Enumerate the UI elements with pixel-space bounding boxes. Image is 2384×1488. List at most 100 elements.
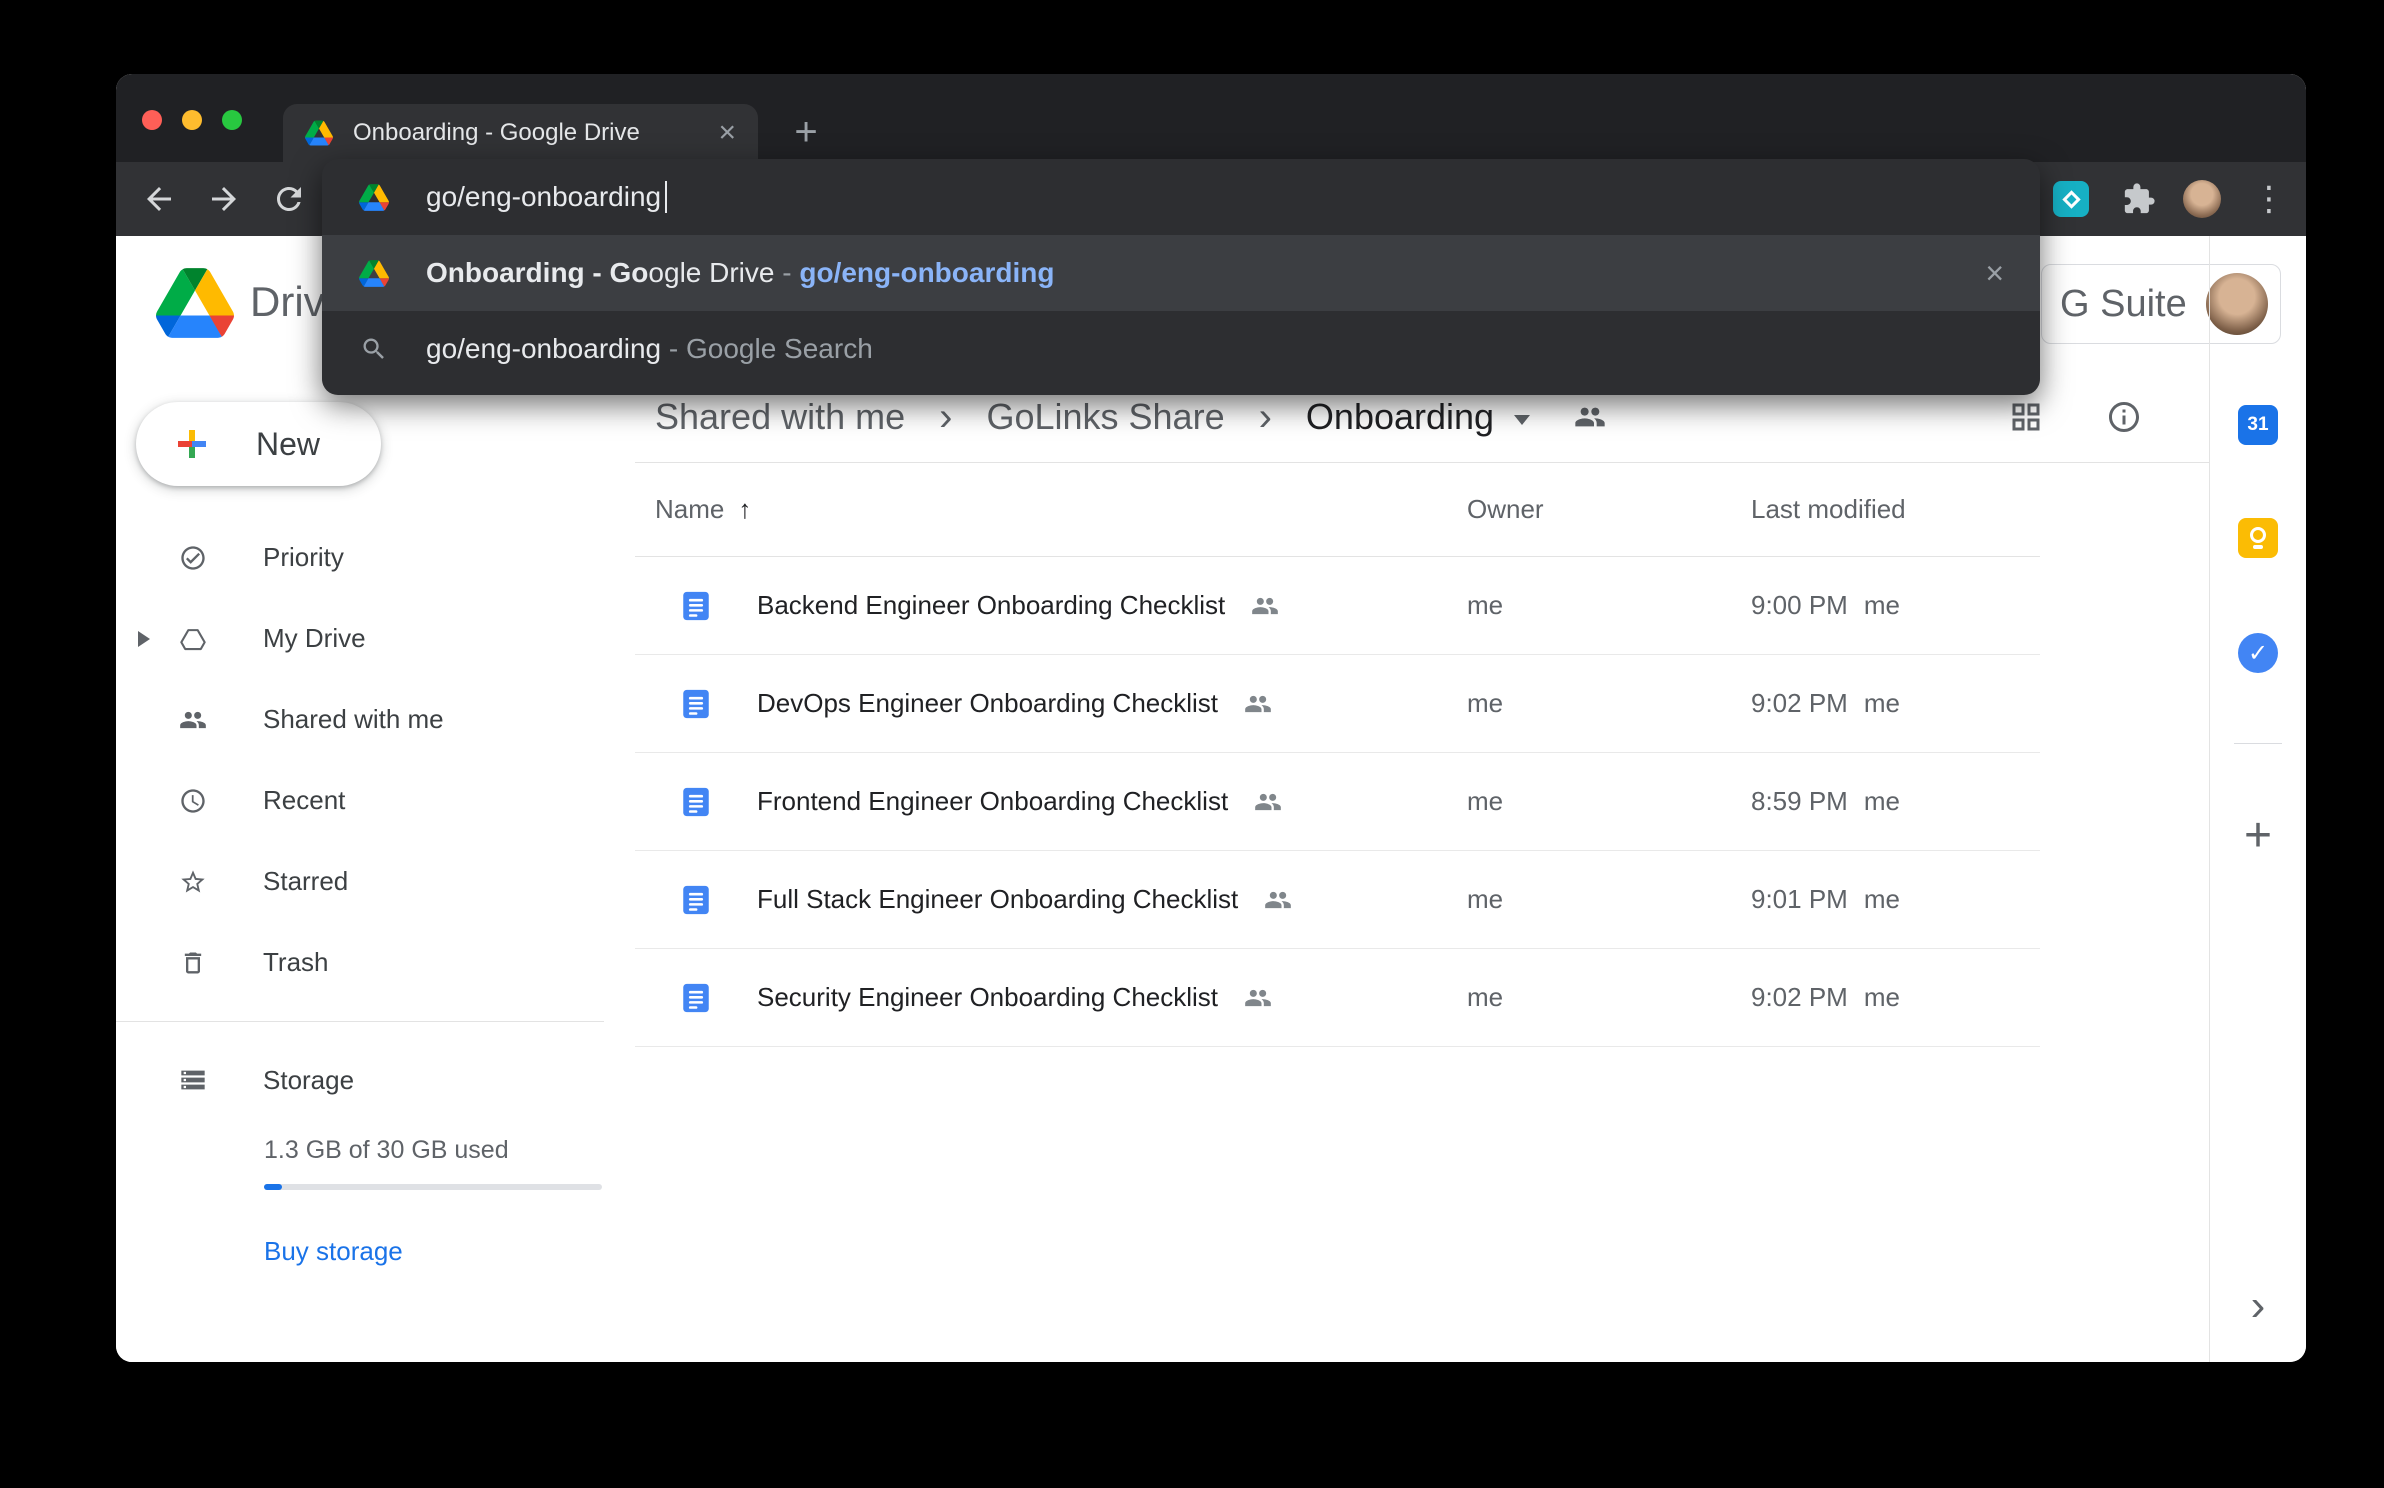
column-header-name[interactable]: Name ↑ xyxy=(635,494,1467,525)
file-name-cell: Full Stack Engineer Onboarding Checklist xyxy=(635,883,1467,917)
omnibox-dropdown: go/eng-onboarding Onboarding - Google D xyxy=(322,159,2040,395)
info-icon[interactable] xyxy=(2106,399,2142,435)
file-modified-by: me xyxy=(1864,688,1900,719)
remove-suggestion-icon[interactable]: × xyxy=(1985,257,2004,289)
browser-tab[interactable]: Onboarding - Google Drive × xyxy=(283,104,758,162)
buy-storage-link[interactable]: Buy storage xyxy=(264,1236,403,1267)
file-modified-by: me xyxy=(1864,982,1900,1013)
back-icon[interactable] xyxy=(141,181,177,217)
window-close-button[interactable] xyxy=(142,110,162,130)
new-button-label: New xyxy=(256,426,320,463)
sidebar-item-recent[interactable]: Recent xyxy=(116,760,604,841)
breadcrumb-onboarding[interactable]: Onboarding xyxy=(1306,396,1494,438)
sidebar-item-starred[interactable]: Starred xyxy=(116,841,604,922)
file-row[interactable]: DevOps Engineer Onboarding Checklist me … xyxy=(635,655,2040,753)
google-docs-icon xyxy=(679,589,713,623)
file-name: Frontend Engineer Onboarding Checklist xyxy=(757,786,1228,817)
file-row[interactable]: Full Stack Engineer Onboarding Checklist… xyxy=(635,851,2040,949)
file-row[interactable]: Security Engineer Onboarding Checklist m… xyxy=(635,949,2040,1047)
browser-profile-avatar[interactable] xyxy=(2183,180,2221,218)
breadcrumb-golinks-share[interactable]: GoLinks Share xyxy=(986,396,1224,438)
people-icon xyxy=(179,706,207,734)
tab-close-icon[interactable]: × xyxy=(718,118,736,148)
shared-people-icon xyxy=(1254,788,1282,816)
keep-icon[interactable] xyxy=(2238,518,2278,558)
shared-people-icon xyxy=(1264,886,1292,914)
file-name-cell: Security Engineer Onboarding Checklist xyxy=(635,981,1467,1015)
file-name: Security Engineer Onboarding Checklist xyxy=(757,982,1218,1013)
sidebar-item-my-drive[interactable]: My Drive xyxy=(116,598,604,679)
browser-window: Onboarding - Google Drive × + ⋮ xyxy=(116,74,2306,1362)
new-button[interactable]: New xyxy=(136,402,381,486)
sidebar-item-storage[interactable]: Storage xyxy=(116,1040,604,1120)
star-icon xyxy=(179,868,207,896)
browser-menu-icon[interactable]: ⋮ xyxy=(2252,181,2282,217)
tasks-icon[interactable]: ✓ xyxy=(2238,633,2278,673)
file-row[interactable]: Backend Engineer Onboarding Checklist me… xyxy=(635,557,2040,655)
lightbulb-glyph xyxy=(2250,527,2266,543)
breadcrumb-shared-with-me[interactable]: Shared with me xyxy=(655,396,905,438)
window-minimize-button[interactable] xyxy=(182,110,202,130)
sidebar-item-shared-with-me[interactable]: Shared with me xyxy=(116,679,604,760)
file-modified-time: 9:02 PM xyxy=(1751,688,1848,719)
clock-icon xyxy=(179,787,207,815)
storage-label: Storage xyxy=(263,1065,354,1096)
extension-icon[interactable] xyxy=(2053,181,2089,217)
calendar-icon[interactable]: 31 xyxy=(2238,405,2278,445)
sort-ascending-icon[interactable]: ↑ xyxy=(738,494,751,525)
shared-people-icon xyxy=(1244,984,1272,1012)
window-zoom-button[interactable] xyxy=(222,110,242,130)
file-owner: me xyxy=(1467,982,1751,1013)
drive-favicon xyxy=(359,184,389,211)
file-name-cell: DevOps Engineer Onboarding Checklist xyxy=(635,687,1467,721)
omnibox-value[interactable]: go/eng-onboarding xyxy=(426,181,661,213)
tab-title: Onboarding - Google Drive xyxy=(353,119,718,147)
shared-people-icon xyxy=(1251,592,1279,620)
grid-view-icon[interactable] xyxy=(2008,399,2044,435)
omnibox-input-row[interactable]: go/eng-onboarding xyxy=(322,159,2040,235)
column-header-owner[interactable]: Owner xyxy=(1467,494,1751,525)
sidebar-divider xyxy=(116,1021,604,1022)
file-modified: 9:00 PM me xyxy=(1751,590,2040,621)
gsuite-label: G Suite xyxy=(2060,283,2206,326)
drive-favicon xyxy=(305,120,333,146)
reload-icon[interactable] xyxy=(271,181,307,217)
my-drive-icon xyxy=(179,625,207,653)
new-tab-button[interactable]: + xyxy=(784,112,828,152)
extension-glyph xyxy=(2062,190,2080,208)
file-name: DevOps Engineer Onboarding Checklist xyxy=(757,688,1218,719)
file-modified: 9:02 PM me xyxy=(1751,982,2040,1013)
file-name: Backend Engineer Onboarding Checklist xyxy=(757,590,1225,621)
sidebar-item-priority[interactable]: Priority xyxy=(116,517,604,598)
file-row[interactable]: Frontend Engineer Onboarding Checklist m… xyxy=(635,753,2040,851)
sidebar-item-trash[interactable]: Trash xyxy=(116,922,604,1003)
extensions-puzzle-icon[interactable] xyxy=(2122,182,2156,216)
suggestion-dash: - xyxy=(774,257,799,288)
chevron-right-icon: › xyxy=(1259,397,1272,437)
sidebar-item-label: Recent xyxy=(263,785,345,816)
suggestion-drive-result[interactable]: Onboarding - Google Drive - go/eng-onboa… xyxy=(322,235,2040,311)
google-docs-icon xyxy=(679,981,713,1015)
expand-arrow-icon[interactable] xyxy=(138,631,150,647)
file-modified: 9:02 PM me xyxy=(1751,688,2040,719)
name-header-label: Name xyxy=(655,494,724,525)
side-panel-rail: 31 ✓ + › xyxy=(2209,236,2306,1362)
add-panel-icon[interactable]: + xyxy=(2244,812,2272,860)
forward-icon[interactable] xyxy=(206,181,242,217)
file-owner: me xyxy=(1467,786,1751,817)
storage-meter-fill xyxy=(264,1184,282,1190)
google-docs-icon xyxy=(679,785,713,819)
folder-menu-caret-icon[interactable] xyxy=(1514,415,1530,425)
sidebar-item-label: Trash xyxy=(263,947,329,978)
drive-favicon xyxy=(359,260,389,287)
suggestion-url: go/eng-onboarding xyxy=(799,257,1054,288)
file-name-cell: Frontend Engineer Onboarding Checklist xyxy=(635,785,1467,819)
storage-icon xyxy=(179,1066,207,1094)
suggestion-search-result[interactable]: go/eng-onboarding - Google Search xyxy=(322,311,2040,387)
desktop-background: Onboarding - Google Drive × + ⋮ xyxy=(0,0,2384,1488)
column-header-modified[interactable]: Last modified xyxy=(1751,494,2040,525)
drive-sidebar: New Priority My Drive xyxy=(116,236,604,1362)
collapse-panel-icon[interactable]: › xyxy=(2251,1284,2266,1328)
suggestion-query: go/eng-onboarding xyxy=(426,333,661,364)
file-modified-time: 9:00 PM xyxy=(1751,590,1848,621)
